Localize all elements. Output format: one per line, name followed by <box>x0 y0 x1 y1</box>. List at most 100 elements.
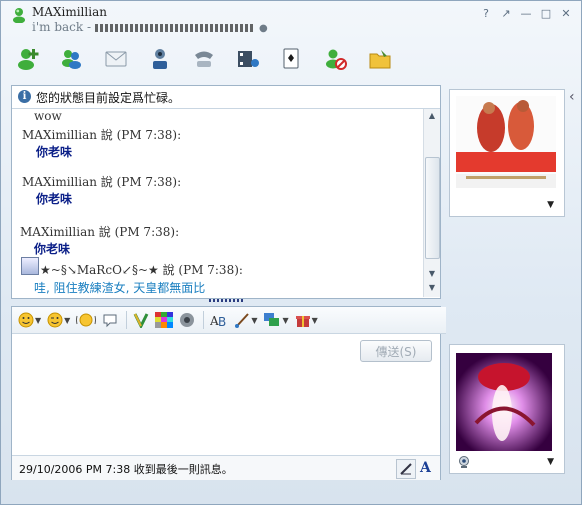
emoticon-button[interactable]: ▼ <box>18 309 41 331</box>
minimize-button[interactable]: — <box>517 5 535 21</box>
scrollbar-thumb[interactable] <box>425 157 440 259</box>
add-contact-icon <box>18 49 39 70</box>
chevron-down-icon: ▼ <box>35 315 42 325</box>
slam-dunk-artwork <box>456 96 556 188</box>
compose-pane: ▼ ▼ AB ▼ ▼ ▼ 傳送(S) 29/10/2006 PM 7:38 收到… <box>11 306 446 480</box>
message-header: ★~§↘MaRcO↙§~★ 說 (PM 7:38): <box>40 263 243 277</box>
add-contact-button[interactable] <box>7 41 49 77</box>
speaker-icon <box>180 313 195 327</box>
color-grid-icon <box>155 312 174 328</box>
message-body: 你老味 <box>36 192 73 206</box>
invite-contacts-icon <box>62 50 81 69</box>
chevron-down-icon: ▼ <box>282 315 289 325</box>
window-controls: ? ↗ — □ ✕ <box>477 5 575 21</box>
folder-button[interactable] <box>359 41 401 77</box>
status-info-bar: i 您的狀態目前設定爲忙碌。 <box>12 86 440 109</box>
gift-icon <box>295 316 310 327</box>
info-icon: i <box>18 90 31 103</box>
smiley-icon <box>18 312 34 328</box>
block-contact-icon <box>326 49 347 70</box>
maximize-button[interactable]: □ <box>537 5 555 21</box>
handwriting-button[interactable] <box>133 309 149 331</box>
share-media-button[interactable] <box>227 41 269 77</box>
scroll-up-icon[interactable]: ▲ <box>424 109 440 123</box>
webcam-icon[interactable] <box>458 456 470 468</box>
status-bar: 29/10/2006 PM 7:38 收到最後一則訊息。 A <box>12 455 440 480</box>
video-call-button[interactable] <box>139 41 181 77</box>
message-body: 哇, 阻住教練渣女, 天皇都無面比 <box>34 281 206 295</box>
message-history: wow MAXimillian 說 (PM 7:38): 你老味 MAXimil… <box>12 109 422 297</box>
status-info-text: 您的狀態目前設定爲忙碌。 <box>36 91 181 105</box>
video-call-icon <box>153 49 167 69</box>
folder-icon <box>369 50 391 69</box>
contact-status-message: i'm back - ● <box>32 20 268 34</box>
games-button[interactable] <box>271 41 313 77</box>
close-button[interactable]: ✕ <box>557 5 575 21</box>
message-header: MAXimillian 說 (PM 7:38): <box>20 225 180 239</box>
obscured-status-text <box>95 23 256 32</box>
handwriting-brush-button[interactable]: ▼ <box>234 309 257 331</box>
games-icon <box>283 48 299 69</box>
collapse-sidebar-icon[interactable]: ‹ <box>569 89 579 107</box>
font-style-button[interactable]: AB <box>210 309 228 331</box>
block-contact-button[interactable] <box>315 41 357 77</box>
message-body: 你老味 <box>34 242 71 256</box>
share-media-icon <box>238 51 259 67</box>
winks-icon <box>133 313 149 328</box>
contact-status-text: i'm back - <box>32 20 92 34</box>
wink-button[interactable]: ▼ <box>47 309 70 331</box>
speech-bubble-icon <box>103 314 117 328</box>
title-bar: MAXimillian i'm back - ● ? ↗ — □ ✕ <box>1 1 581 37</box>
own-display-picture-frame: ▼ <box>449 344 565 474</box>
conversation-toolbar <box>7 39 567 79</box>
pane-splitter-handle[interactable] <box>209 299 245 302</box>
display-button[interactable]: ▼ <box>263 309 289 331</box>
contact-display-picture[interactable] <box>456 96 556 188</box>
chevron-down-icon: ▼ <box>64 315 71 325</box>
invite-contacts-button[interactable] <box>51 41 93 77</box>
nudge-button[interactable] <box>76 309 97 331</box>
pen-icon <box>400 463 412 475</box>
gift-button[interactable]: ▼ <box>295 309 318 331</box>
sender-avatar <box>21 257 39 275</box>
scroll-end-icon[interactable]: ▼ <box>424 281 440 295</box>
conversation-history-pane: i 您的狀態目前設定爲忙碌。 wow MAXimillian 說 (PM 7:3… <box>11 85 441 299</box>
nudge-icon <box>76 313 97 327</box>
svg-text:B: B <box>218 315 226 328</box>
send-files-button[interactable] <box>95 41 137 77</box>
scroll-down-icon[interactable]: ▼ <box>424 267 440 281</box>
voice-call-button[interactable] <box>183 41 225 77</box>
send-button[interactable]: 傳送(S) <box>360 340 432 362</box>
messenger-buddy-icon <box>13 8 25 23</box>
background-button[interactable] <box>155 309 174 331</box>
voice-call-icon <box>195 51 213 67</box>
status-emoticon-icon: ● <box>259 23 268 34</box>
screens-icon <box>264 313 280 326</box>
formatting-toolbar: ▼ ▼ AB ▼ ▼ ▼ <box>12 307 446 334</box>
last-message-status: 29/10/2006 PM 7:38 收到最後一則訊息。 <box>19 463 233 476</box>
chevron-down-icon: ▼ <box>251 315 258 325</box>
toolbar-separator <box>203 311 205 329</box>
chat-window: MAXimillian i'm back - ● ? ↗ — □ ✕ ‹ i 您… <box>0 0 582 505</box>
message-header: MAXimillian 說 (PM 7:38): <box>22 175 182 189</box>
message-body: wow <box>34 109 62 123</box>
typing-mode-button[interactable]: A <box>420 460 431 476</box>
text-style-icon: AB <box>210 314 226 328</box>
popout-button[interactable]: ↗ <box>497 5 515 21</box>
audio-button[interactable] <box>179 309 195 331</box>
message-input[interactable] <box>12 334 352 454</box>
own-display-picture[interactable] <box>456 353 552 451</box>
handwriting-mode-button[interactable] <box>396 459 416 479</box>
send-files-icon <box>105 51 127 67</box>
history-scrollbar[interactable]: ▲ ▼ ▼ <box>423 109 440 297</box>
toolbar-separator <box>126 311 128 329</box>
brush-icon <box>235 313 250 328</box>
chevron-down-icon[interactable]: ▼ <box>547 457 554 467</box>
message-header: MAXimillian 說 (PM 7:38): <box>22 128 182 142</box>
purple-artwork <box>456 353 552 451</box>
chevron-down-icon[interactable]: ▼ <box>547 200 554 210</box>
chevron-down-icon: ▼ <box>311 315 318 325</box>
voice-clip-button[interactable] <box>102 309 118 331</box>
help-button[interactable]: ? <box>477 5 495 21</box>
message-body: 你老味 <box>36 145 73 159</box>
